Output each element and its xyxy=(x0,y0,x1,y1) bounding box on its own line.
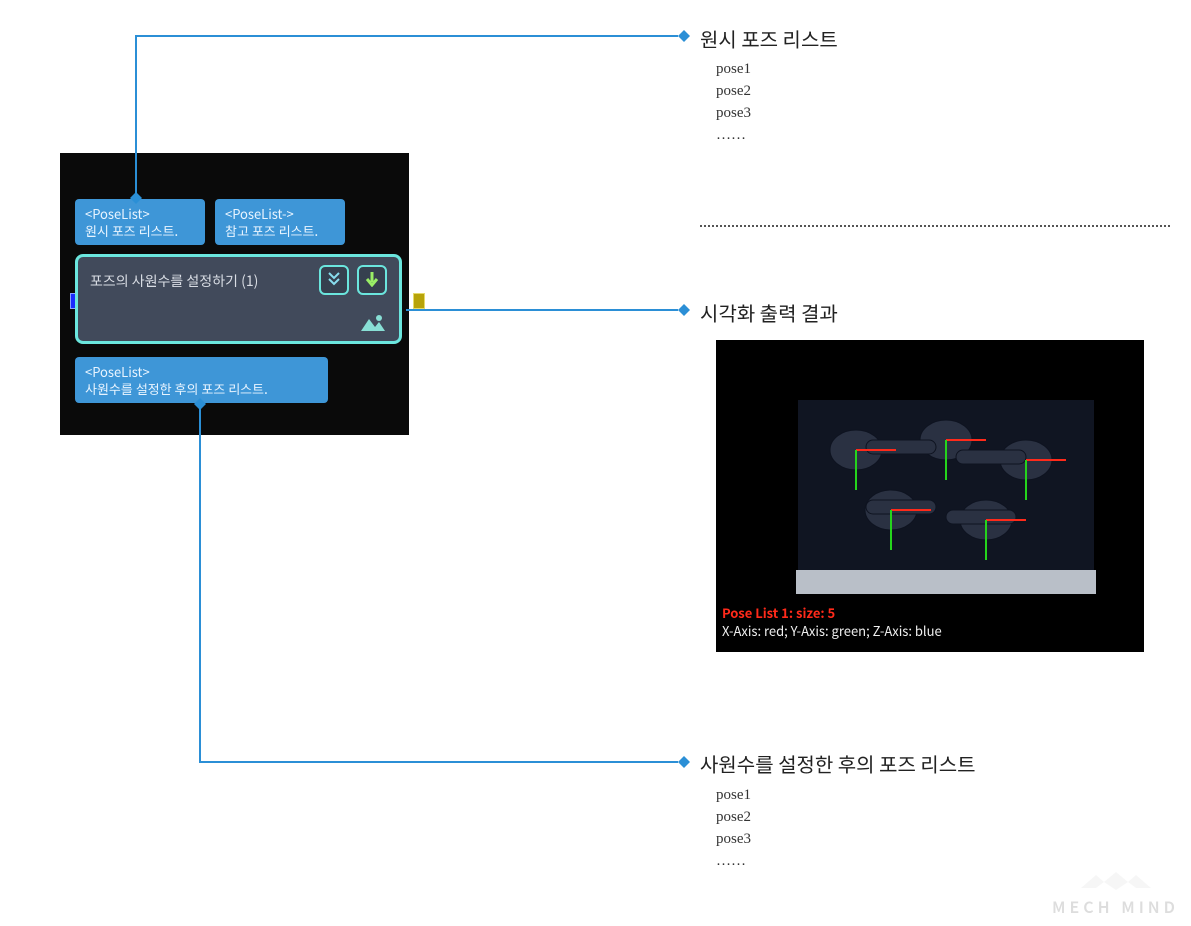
run-button[interactable] xyxy=(357,265,387,295)
list-item: pose1 xyxy=(716,784,751,806)
viz-axis-legend-label: X-Axis: red; Y-Axis: green; Z-Axis: blue xyxy=(722,621,942,640)
list-item: pose3 xyxy=(716,828,751,850)
viz-pose-size-label: Pose List 1: size: 5 xyxy=(722,603,835,622)
step-node-set-quaternion[interactable]: 포즈의 사원수를 설정하기 (1) xyxy=(75,254,402,344)
step-title: 포즈의 사원수를 설정하기 (1) xyxy=(90,271,258,291)
list-item: pose2 xyxy=(716,806,751,828)
section-divider xyxy=(700,225,1170,227)
section-out-poselist-title: 사원수를 설정한 후의 포즈 리스트 xyxy=(700,749,976,778)
list-item: pose3 xyxy=(716,102,751,124)
section-raw-poselist-body: pose1 pose2 pose3 …… xyxy=(716,58,751,146)
list-item: …… xyxy=(716,850,751,872)
collapse-button[interactable] xyxy=(319,265,349,295)
port-type-label: <PoseList> xyxy=(85,363,318,380)
port-desc-label: 사원수를 설정한 후의 포즈 리스트. xyxy=(85,380,318,397)
section-viz-title: 시각화 출력 결과 xyxy=(700,298,838,327)
section-raw-poselist-title: 원시 포즈 리스트 xyxy=(700,24,838,53)
eye-image-icon[interactable] xyxy=(359,313,387,333)
section-out-poselist-body: pose1 pose2 pose3 …… xyxy=(716,784,751,872)
port-desc-label: 원시 포즈 리스트. xyxy=(85,222,195,239)
arrow-down-icon xyxy=(365,268,379,292)
brand-logo-icon xyxy=(1076,870,1156,892)
node-panel: <PoseList> 원시 포즈 리스트. <PoseList-> 참고 포즈 … xyxy=(60,153,409,435)
node-port-right[interactable] xyxy=(413,293,425,309)
input-port-ref-poselist[interactable]: <PoseList-> 참고 포즈 리스트. xyxy=(215,199,345,245)
brand-watermark: MECH MIND xyxy=(1052,870,1179,918)
output-port-poselist[interactable]: <PoseList> 사원수를 설정한 후의 포즈 리스트. xyxy=(75,357,328,403)
brand-watermark-text: MECH MIND xyxy=(1052,894,1179,918)
double-chevron-down-icon xyxy=(327,268,341,292)
list-item: pose2 xyxy=(716,80,751,102)
list-item: pose1 xyxy=(716,58,751,80)
input-port-raw-poselist[interactable]: <PoseList> 원시 포즈 리스트. xyxy=(75,199,205,245)
port-desc-label: 참고 포즈 리스트. xyxy=(225,222,335,239)
port-type-label: <PoseList> xyxy=(85,205,195,222)
port-type-label: <PoseList-> xyxy=(225,205,335,222)
list-item: …… xyxy=(716,124,751,146)
viz-output-image: Pose List 1: size: 5 X-Axis: red; Y-Axis… xyxy=(716,340,1144,652)
